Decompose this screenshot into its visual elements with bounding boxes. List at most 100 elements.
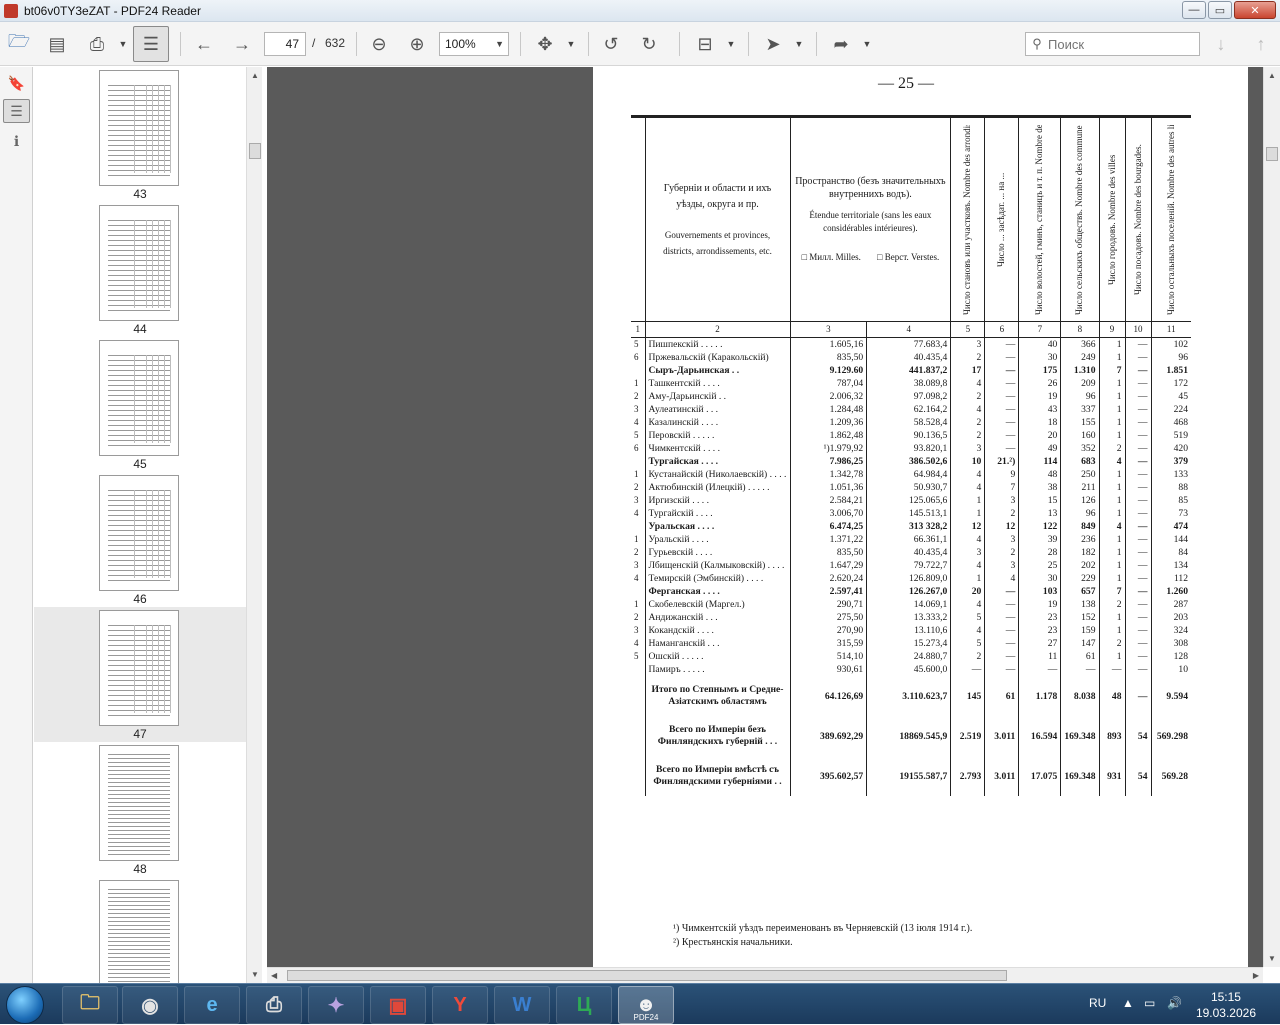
page-thumbnail[interactable]: 47 xyxy=(34,607,246,742)
page-thumbnail[interactable]: 45 xyxy=(34,337,246,472)
document-vertical-scrollbar[interactable]: ▲ ▼ xyxy=(1263,67,1280,967)
next-page-icon[interactable]: → xyxy=(231,22,253,66)
table-row: Сыръ-Дарьинская . . 9.129.60 441.837,2 17—1… xyxy=(631,364,1191,377)
clock[interactable]: 15:15 19.03.2026 xyxy=(1196,989,1256,1021)
row-index xyxy=(631,364,645,377)
row-region-name: Актюбинскій (Илецкій) . . . . . xyxy=(644,481,790,494)
clock-time: 15:15 xyxy=(1210,990,1241,1004)
thumbnail-line xyxy=(108,981,170,982)
close-button[interactable]: ✕ xyxy=(1234,1,1276,19)
table-row: 2 Гурьевскій . . . . 835,50 40.435,4 3 2 28 182… xyxy=(631,546,1191,559)
taskbar-app-c-button[interactable]: Ц xyxy=(556,986,612,1024)
zoom-select[interactable]: 100% ▼ xyxy=(439,32,509,56)
scroll-up-arrow-icon[interactable]: ▲ xyxy=(1268,71,1276,80)
scrollbar-thumb[interactable] xyxy=(249,143,261,159)
zoom-in-icon[interactable]: ⊕ xyxy=(406,22,428,66)
page-layout-icon[interactable]: ⊟ xyxy=(694,22,716,66)
minimize-button[interactable]: — xyxy=(1182,1,1206,19)
toggle-sidebar-button[interactable]: ☰ xyxy=(133,26,169,62)
taskbar-chrome-button[interactable]: ◉ xyxy=(122,986,178,1024)
network-icon[interactable]: ▭ xyxy=(1144,996,1155,1010)
thumbnail-line xyxy=(108,145,170,146)
info-icon[interactable]: ℹ xyxy=(3,129,30,153)
taskbar-app-tool-button[interactable]: ✦ xyxy=(308,986,364,1024)
fit-dropdown-chevron-icon[interactable]: ▼ xyxy=(566,22,576,66)
maximize-button[interactable]: ▭ xyxy=(1208,1,1232,19)
scrollbar-thumb[interactable] xyxy=(1266,147,1278,161)
thumbnail-panel: 43 44 45 46 47 48 xyxy=(34,67,246,983)
scroll-down-arrow-icon[interactable]: ▼ xyxy=(1268,954,1276,963)
page-thumbnail[interactable] xyxy=(34,877,246,983)
thumbnail-line xyxy=(108,802,170,803)
document-viewer[interactable]: — 25 — Губернiи и области и ихъ уѣзды, о… xyxy=(267,67,1263,967)
layout-dropdown-chevron-icon[interactable]: ▼ xyxy=(726,22,736,66)
previous-page-icon[interactable]: ← xyxy=(193,22,215,66)
thumbnail-line xyxy=(108,635,170,636)
thumbnail-line xyxy=(108,715,170,716)
share-dropdown-chevron-icon[interactable]: ▼ xyxy=(862,22,872,66)
page-thumbnail[interactable]: 44 xyxy=(34,202,246,337)
taskbar-printer-button[interactable]: ⎙ xyxy=(246,986,302,1024)
taskbar-word-button[interactable]: W xyxy=(494,986,550,1024)
total-label: Всего по Имперіи вмѣстѣ съ Финляндскими … xyxy=(644,756,790,796)
row-value-c5: 12 xyxy=(950,520,985,533)
rotate-left-icon[interactable]: ↺ xyxy=(600,22,622,66)
row-value-c7: 11 xyxy=(1018,650,1061,663)
scroll-right-arrow-icon[interactable]: ▶ xyxy=(1253,971,1259,980)
taskbar-floppy-button[interactable]: ▣ xyxy=(370,986,426,1024)
row-value-c8: 159 xyxy=(1060,624,1099,637)
row-value-c3: 1.862,48 xyxy=(789,429,867,442)
taskbar-pdf24-button[interactable]: ☻ PDF24 xyxy=(618,986,674,1024)
bookmark-icon[interactable]: 🔖 xyxy=(3,71,30,95)
page-thumbnail[interactable]: 48 xyxy=(34,742,246,877)
thumbnails-tab-icon[interactable]: ☰ xyxy=(3,99,30,123)
thumbnail-line xyxy=(108,700,170,701)
rotate-right-icon[interactable]: ↻ xyxy=(638,22,660,66)
search-input[interactable] xyxy=(1048,36,1193,52)
thumbnail-page-preview xyxy=(99,880,179,983)
row-index xyxy=(631,716,645,756)
footnote-2: ²) Крестьянскія начальники. xyxy=(673,937,793,948)
taskbar-explorer-button[interactable]: 🗀 xyxy=(62,986,118,1024)
volume-icon[interactable]: 🔊 xyxy=(1167,996,1182,1010)
taskbar-ie-button[interactable]: e xyxy=(184,986,240,1024)
save-icon[interactable]: ▤ xyxy=(46,22,68,66)
row-value-c10: — xyxy=(1124,637,1151,650)
share-icon[interactable]: ➦ xyxy=(830,22,852,66)
search-prev-arrow-icon[interactable]: ↑ xyxy=(1250,22,1272,66)
select-cursor-icon[interactable]: ➤ xyxy=(762,22,784,66)
scroll-up-arrow-icon[interactable]: ▲ xyxy=(251,71,259,80)
row-value-c9: 1 xyxy=(1098,351,1125,364)
print-dropdown-chevron-icon[interactable]: ▼ xyxy=(118,22,128,66)
table-total-row: Всего по Имперіи вмѣстѣ съ Финляндскими … xyxy=(631,756,1191,796)
open-folder-icon[interactable]: 🗁 xyxy=(8,22,30,66)
header-region-ru: Губернiи и области и ихъ уѣзды, округа и… xyxy=(663,182,772,210)
fit-page-icon[interactable]: ✥ xyxy=(534,22,556,66)
row-value-c7: 28 xyxy=(1018,546,1061,559)
total-value-c4: 3.110.623,7 xyxy=(866,676,951,716)
row-value-c10: — xyxy=(1124,611,1151,624)
page-number-input[interactable]: 47 xyxy=(264,32,306,56)
language-indicator[interactable]: RU xyxy=(1089,996,1106,1010)
thumbnail-line xyxy=(108,255,170,256)
scroll-down-arrow-icon[interactable]: ▼ xyxy=(251,970,259,979)
search-box[interactable]: ⚲ xyxy=(1025,32,1200,56)
print-icon[interactable]: ⎙ xyxy=(86,22,108,66)
search-next-arrow-icon[interactable]: ↓ xyxy=(1210,22,1232,66)
scrollbar-thumb[interactable] xyxy=(287,970,1007,981)
taskbar-yandex-button[interactable]: Y xyxy=(432,986,488,1024)
document-horizontal-scrollbar[interactable]: ◀ ▶ xyxy=(267,967,1263,983)
scroll-left-arrow-icon[interactable]: ◀ xyxy=(271,971,277,980)
row-value-c11: 1.851 xyxy=(1150,364,1191,377)
zoom-out-icon[interactable]: ⊖ xyxy=(368,22,390,66)
row-value-c8: 849 xyxy=(1060,520,1099,533)
page-thumbnail[interactable]: 43 xyxy=(34,67,246,202)
thumbnail-scrollbar[interactable]: ▲ ▼ xyxy=(246,67,262,983)
cursor-dropdown-chevron-icon[interactable]: ▼ xyxy=(794,22,804,66)
page-thumbnail[interactable]: 46 xyxy=(34,472,246,607)
sidebar-tab-strip: 🔖 ☰ ℹ xyxy=(0,67,33,983)
tray-expand-icon[interactable]: ▲ xyxy=(1122,996,1134,1010)
printer-icon: ⎙ xyxy=(266,993,282,1016)
start-button[interactable] xyxy=(6,986,44,1024)
row-value-c10: — xyxy=(1124,481,1151,494)
